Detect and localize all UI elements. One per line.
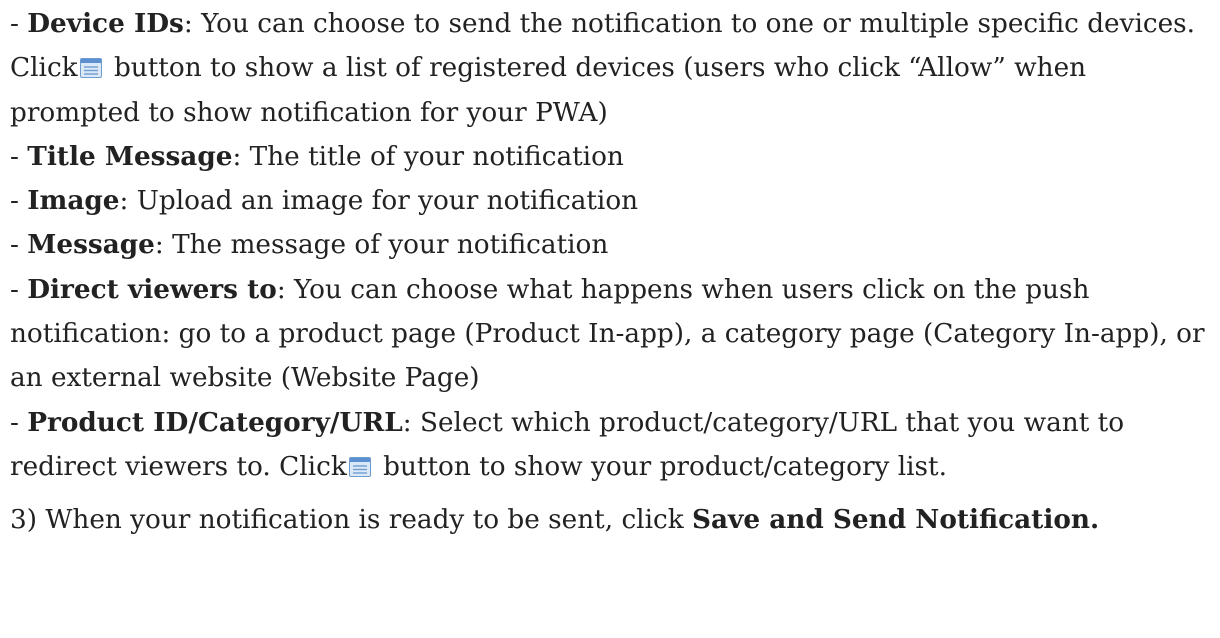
bullet-dash: - <box>10 230 28 261</box>
step-3-period: . <box>1089 504 1100 536</box>
message-item: - Message: The message of your notificat… <box>10 223 1215 267</box>
title-message-item: - Title Message: The title of your notif… <box>10 135 1215 179</box>
document-body: - Device IDs: You can choose to send the… <box>10 2 1215 543</box>
bullet-dash: - <box>10 186 28 217</box>
product-id-item: - Product ID/Category/URL: Select which … <box>10 401 1215 490</box>
image-description: : Upload an image for your notification <box>119 186 639 217</box>
list-icon <box>79 58 102 79</box>
product-id-description-cont: button to show your product/category lis… <box>374 451 947 482</box>
message-description: : The message of your notification <box>154 230 609 261</box>
product-id-term: Product ID/Category/URL <box>27 406 403 438</box>
device-ids-description-cont: button to show a list of registered devi… <box>10 53 1087 128</box>
bullet-dash: - <box>10 9 28 39</box>
bullet-dash: - <box>10 141 28 172</box>
step-3: 3) When your notification is ready to be… <box>10 498 1215 542</box>
title-message-description: : The title of your notification <box>232 141 624 172</box>
device-ids-item: - Device IDs: You can choose to send the… <box>10 2 1215 135</box>
title-message-term: Title Message <box>27 140 233 172</box>
bullet-dash: - <box>10 407 28 438</box>
list-icon <box>348 456 371 477</box>
bullet-dash: - <box>10 274 28 305</box>
direct-viewers-item: - Direct viewers to: You can choose what… <box>10 268 1215 401</box>
save-and-send-action: Save and Send Notification <box>692 504 1090 536</box>
step-3-text: 3) When your notification is ready to be… <box>10 505 693 536</box>
image-term: Image <box>27 185 120 217</box>
device-ids-term: Device IDs <box>27 8 184 39</box>
image-item: - Image: Upload an image for your notifi… <box>10 179 1215 223</box>
message-term: Message <box>27 229 155 261</box>
direct-viewers-term: Direct viewers to <box>27 273 277 305</box>
